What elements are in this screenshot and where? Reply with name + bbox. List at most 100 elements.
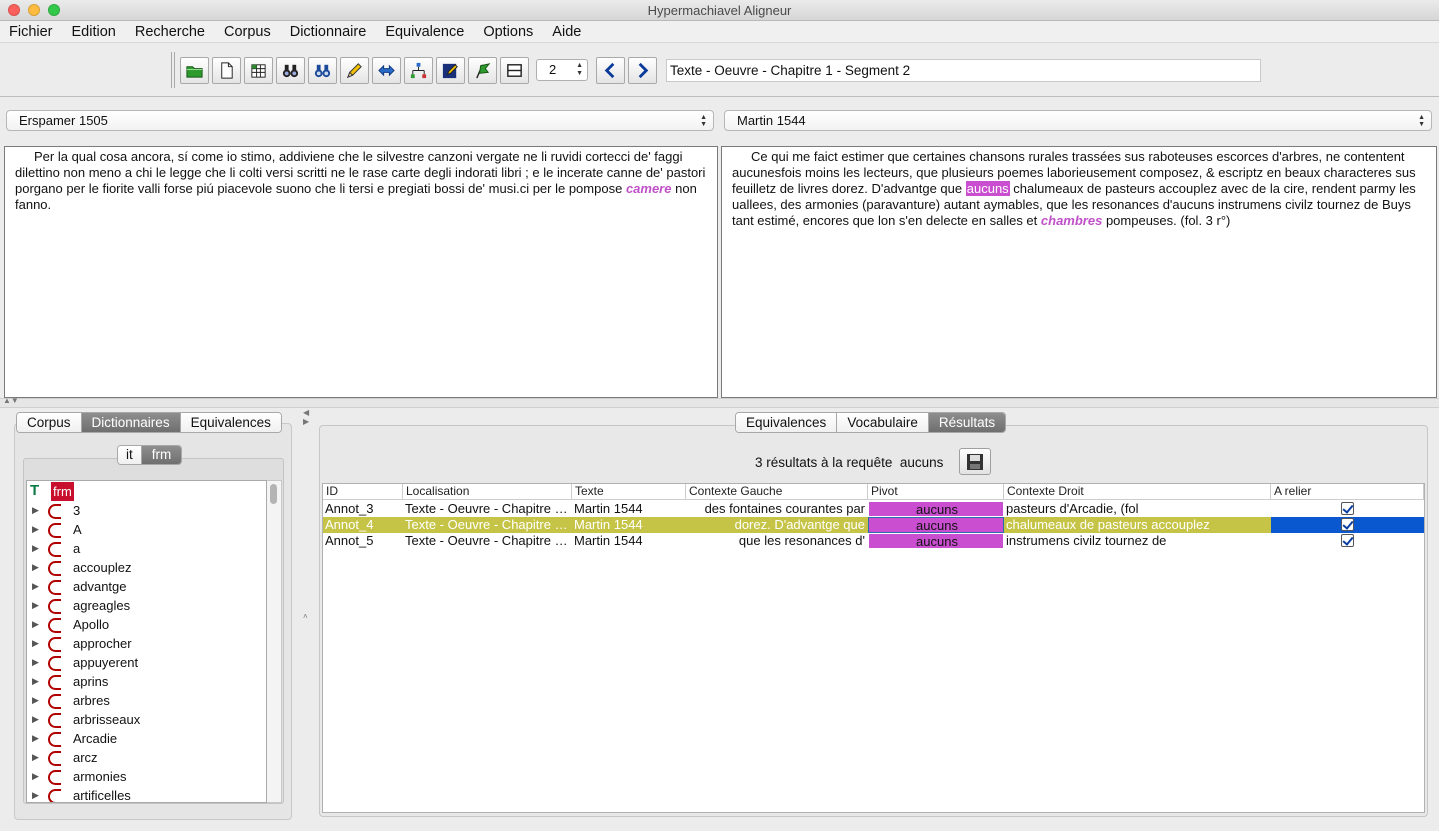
next-segment-button[interactable] [628, 57, 657, 84]
tree-item[interactable]: ▶ Apollo [27, 615, 266, 634]
tab-dictionnaires[interactable]: Dictionnaires [81, 413, 181, 432]
toolbar-grip[interactable] [171, 52, 175, 88]
menu-fichier[interactable]: Fichier [9, 24, 53, 40]
table-cell-text[interactable]: Martin 1544 [572, 501, 686, 517]
tree-scrollbar[interactable] [267, 480, 282, 803]
previous-segment-button[interactable] [596, 57, 625, 84]
location-field[interactable]: Texte - Oeuvre - Chapitre 1 - Segment 2 [666, 59, 1261, 82]
table-cell-id[interactable]: Annot_4 [323, 517, 403, 533]
close-window-button[interactable] [8, 4, 20, 16]
open-button[interactable] [180, 57, 209, 84]
table-cell-text[interactable]: Martin 1544 [572, 517, 686, 533]
table-cell-left[interactable]: des fontaines courantes par [686, 501, 868, 517]
expand-arrow-icon[interactable]: ▶ [32, 748, 39, 767]
splitter-arrow-icon[interactable]: ▲▼ [3, 396, 19, 405]
expand-arrow-icon[interactable]: ▶ [32, 615, 39, 634]
column-header-texte[interactable]: Texte [572, 484, 686, 500]
table-cell-pivot[interactable]: aucuns [868, 501, 1004, 517]
tree-item[interactable]: ▶ Arcadie [27, 729, 266, 748]
expand-arrow-icon[interactable]: ▶ [32, 520, 39, 539]
column-header-contexte-gauche[interactable]: Contexte Gauche [686, 484, 868, 500]
table-cell-right[interactable]: chalumeaux de pasteurs accouplez [1004, 517, 1271, 533]
table-cell-right[interactable]: pasteurs d'Arcadie, (fol [1004, 501, 1271, 517]
left-text-keyword[interactable]: camere [626, 181, 672, 196]
expand-arrow-icon[interactable]: ▶ [32, 558, 39, 577]
zoom-window-button[interactable] [48, 4, 60, 16]
column-header-id[interactable]: ID [323, 484, 403, 500]
tree-item[interactable]: ▶ a [27, 539, 266, 558]
table-cell-pivot[interactable]: aucuns [868, 533, 1004, 549]
menu-corpus[interactable]: Corpus [224, 24, 271, 40]
menu-options[interactable]: Options [483, 24, 533, 40]
right-text-highlight[interactable]: aucuns [965, 181, 1010, 196]
tree-item[interactable]: ▶ 3 [27, 501, 266, 520]
tab-vocabulaire[interactable]: Vocabulaire [837, 413, 929, 432]
expand-arrow-icon[interactable]: ▶ [32, 501, 39, 520]
tree-item[interactable]: ▶ arbres [27, 691, 266, 710]
table-cell-pivot[interactable]: aucuns [868, 517, 1004, 533]
right-text-pane[interactable]: Ce qui me faict estimer que certaines ch… [721, 146, 1437, 398]
edit-button[interactable] [340, 57, 369, 84]
horizontal-splitter[interactable]: ▲▼ [0, 396, 1439, 408]
table-cell-loc[interactable]: Texte - Oeuvre - Chapitre 1 - Segment 2 [403, 533, 572, 549]
tab-lang-frm[interactable]: frm [141, 446, 182, 464]
annotate-button[interactable] [436, 57, 465, 84]
dictionary-tree[interactable]: T frm ▶ 3 ▶ A ▶ a ▶ accouplez ▶ advantge ▶ agreagle… [26, 480, 267, 803]
tree-item[interactable]: ▶ armonies [27, 767, 266, 786]
tree-item[interactable]: ▶ A [27, 520, 266, 539]
align-button[interactable] [372, 57, 401, 84]
table-cell-text[interactable]: Martin 1544 [572, 533, 686, 549]
expand-arrow-icon[interactable]: ▶ [32, 634, 39, 653]
menu-equivalence[interactable]: Equivalence [385, 24, 464, 40]
tree-item[interactable]: ▶ agreagles [27, 596, 266, 615]
validate-button[interactable] [468, 57, 497, 84]
a-relier-checkbox[interactable] [1341, 534, 1354, 547]
menu-aide[interactable]: Aide [552, 24, 581, 40]
expand-arrow-icon[interactable]: ▶ [32, 691, 39, 710]
table-cell-left[interactable]: dorez. D'advantge que [686, 517, 868, 533]
tree-item[interactable]: ▶ aprins [27, 672, 266, 691]
right-text-selector[interactable]: Martin 1544 ▲ ▼ [724, 110, 1432, 131]
table-cell-left[interactable]: que les resonances d' [686, 533, 868, 549]
expand-arrow-icon[interactable]: ▶ [32, 786, 39, 802]
expand-arrow-icon[interactable]: ▶ [32, 767, 39, 786]
table-cell-loc[interactable]: Texte - Oeuvre - Chapitre 1 - Segment 2 [403, 517, 572, 533]
tree-item[interactable]: ▶ appuyerent [27, 653, 266, 672]
tree-item[interactable]: ▶ approcher [27, 634, 266, 653]
tree-item[interactable]: ▶ accouplez [27, 558, 266, 577]
menu-edition[interactable]: Edition [72, 24, 116, 40]
save-results-button[interactable] [959, 448, 991, 475]
table-cell-id[interactable]: Annot_3 [323, 501, 403, 517]
expand-arrow-icon[interactable]: ▶ [32, 653, 39, 672]
tab-equivalences-left[interactable]: Equivalences [180, 413, 281, 432]
column-header-localisation[interactable]: Localisation [403, 484, 572, 500]
expand-arrow-icon[interactable]: ▶ [32, 596, 39, 615]
results-table[interactable]: ID Localisation Texte Contexte Gauche Pi… [322, 483, 1425, 813]
left-text-selector[interactable]: Erspamer 1505 ▲ ▼ [6, 110, 714, 131]
tab-corpus[interactable]: Corpus [17, 413, 82, 432]
menu-recherche[interactable]: Recherche [135, 24, 205, 40]
collapse-up-icon[interactable]: ◀ ▶ [303, 408, 309, 426]
table-cell-id[interactable]: Annot_5 [323, 533, 403, 549]
expand-arrow-icon[interactable]: ▶ [32, 577, 39, 596]
tab-resultats[interactable]: Résultats [928, 413, 1006, 432]
split-button[interactable] [500, 57, 529, 84]
structure-button[interactable] [404, 57, 433, 84]
menu-dictionnaire[interactable]: Dictionnaire [290, 24, 367, 40]
column-header-pivot[interactable]: Pivot [868, 484, 1004, 500]
table-cell-loc[interactable]: Texte - Oeuvre - Chapitre 1 - Segment 2 [403, 501, 572, 517]
tree-item[interactable]: ▶ advantge [27, 577, 266, 596]
spinner-arrows-icon[interactable]: ▲ ▼ [576, 62, 583, 78]
expand-arrow-icon[interactable]: ▶ [32, 729, 39, 748]
tree-item[interactable]: ▶ artificelles [27, 786, 266, 802]
vertical-splitter-icon[interactable]: ˄ [303, 612, 308, 621]
table-button[interactable] [244, 57, 273, 84]
tree-scrollbar-thumb[interactable] [270, 484, 277, 504]
advanced-search-button[interactable] [308, 57, 337, 84]
a-relier-checkbox[interactable] [1341, 518, 1354, 531]
minimize-window-button[interactable] [28, 4, 40, 16]
column-header-a-relier[interactable]: A relier [1271, 484, 1424, 500]
left-text-pane[interactable]: Per la qual cosa ancora, sí come io stim… [4, 146, 718, 398]
new-button[interactable] [212, 57, 241, 84]
tab-equivalences-right[interactable]: Equivalences [736, 413, 838, 432]
